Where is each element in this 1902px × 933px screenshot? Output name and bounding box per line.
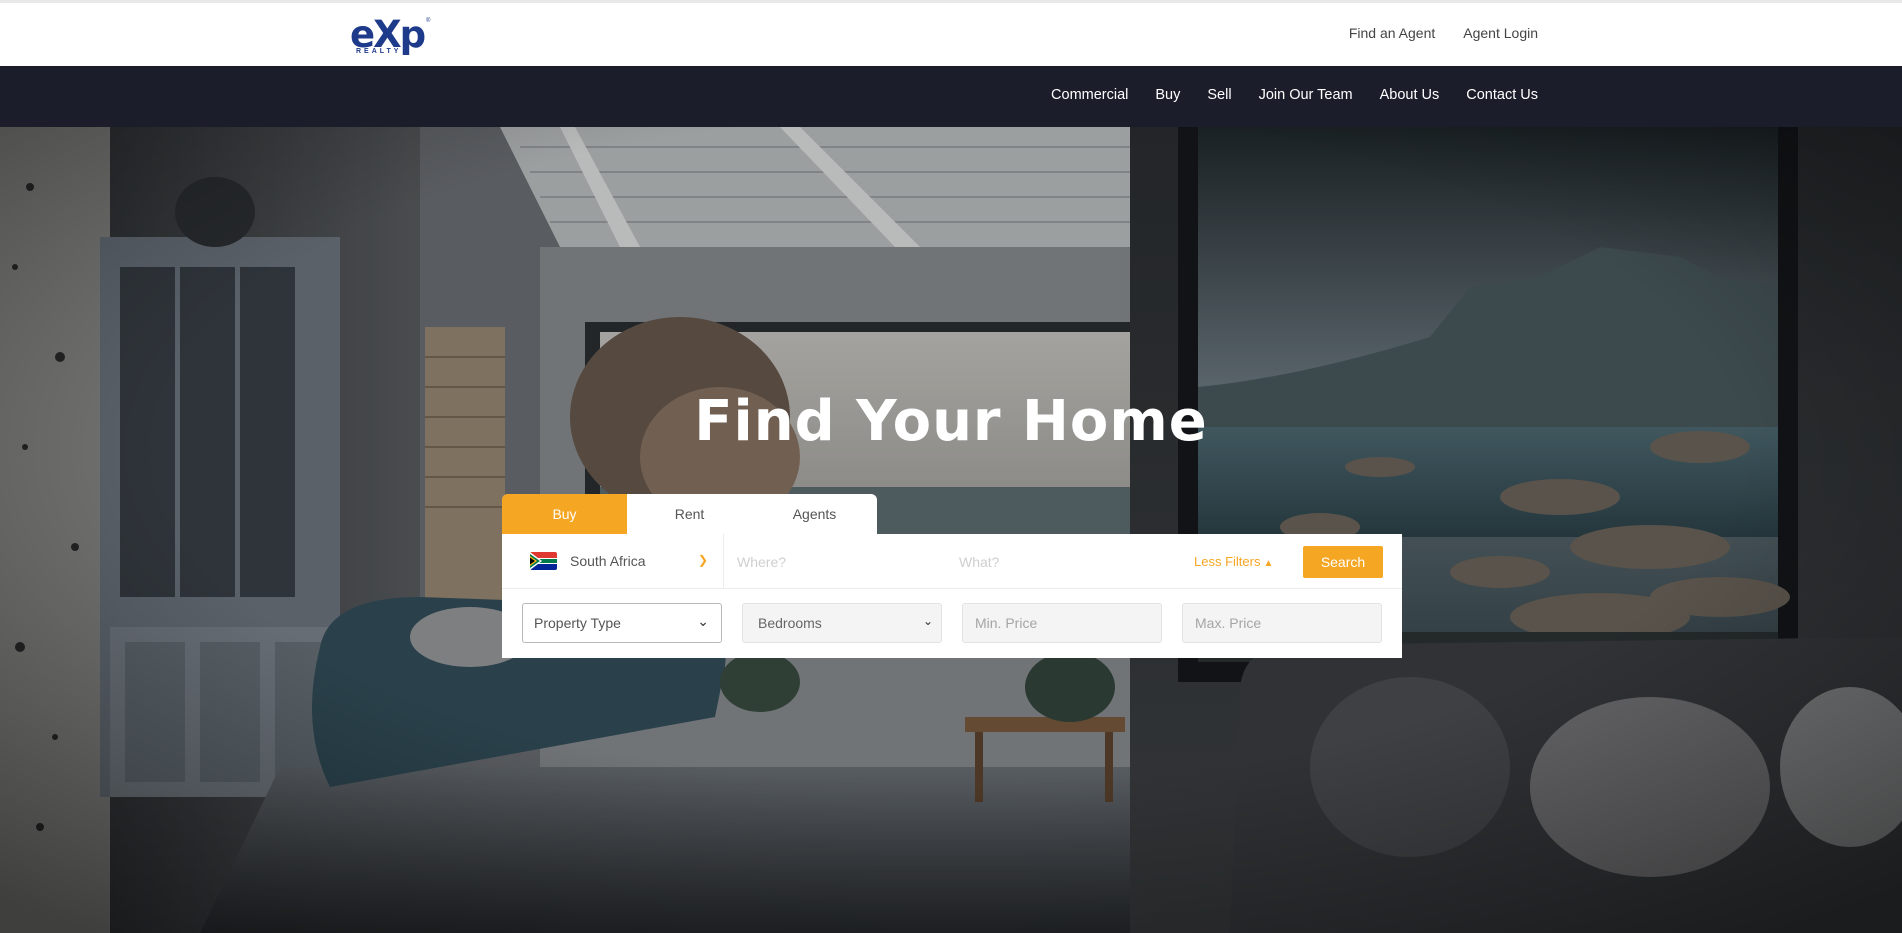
logo-subtitle: REALTY [356,48,402,55]
nav-item-contact-us[interactable]: Contact Us [1466,87,1538,103]
property-type-label: Property Type [534,615,621,631]
chevron-up-icon: ▲ [1263,558,1274,569]
tab-buy[interactable]: Buy [502,494,627,534]
agent-login-link[interactable]: Agent Login [1463,25,1538,41]
search-button[interactable]: Search [1303,546,1383,578]
search-panel: South Africa ❯ Less Filters▲ Search Prop… [502,534,1402,658]
country-selector[interactable]: South Africa ❯ [502,534,724,589]
nav-item-about-us[interactable]: About Us [1380,87,1440,103]
search-tabs: Buy Rent Agents [502,494,877,534]
south-africa-flag-icon [530,552,557,570]
nav-links: Commercial Buy Sell Join Our Team About … [1051,87,1538,103]
find-an-agent-link[interactable]: Find an Agent [1349,25,1435,41]
top-header: eXp REALTY ® Find an Agent Agent Login [0,0,1902,66]
tab-agents[interactable]: Agents [752,494,877,534]
nav-item-commercial[interactable]: Commercial [1051,87,1128,103]
nav-item-buy[interactable]: Buy [1155,87,1180,103]
registered-icon: ® [426,18,431,24]
max-price-input[interactable] [1182,603,1382,643]
what-input[interactable] [959,548,1159,576]
bedrooms-select[interactable]: Bedrooms ⌄ [742,603,942,643]
less-filters-label: Less Filters [1194,554,1261,569]
nav-item-sell[interactable]: Sell [1207,87,1231,103]
search-row-primary: South Africa ❯ Less Filters▲ Search [502,534,1402,589]
property-type-select[interactable]: Property Type ⌄ [522,603,722,643]
search-row-filters: Property Type ⌄ Bedrooms ⌄ [502,590,1402,658]
min-price-input[interactable] [962,603,1162,643]
bedrooms-label: Bedrooms [758,615,822,631]
chevron-down-icon: ⌄ [922,614,933,628]
tab-rent[interactable]: Rent [627,494,752,534]
where-input[interactable] [737,548,937,576]
chevron-down-icon: ❯ [698,553,709,567]
main-nav: Commercial Buy Sell Join Our Team About … [0,66,1902,127]
chevron-down-icon: ⌄ [697,613,709,629]
hero-title: Find Your Home [694,389,1208,454]
nav-item-join-our-team[interactable]: Join Our Team [1259,87,1353,103]
country-label: South Africa [570,553,646,569]
top-links: Find an Agent Agent Login [1349,25,1538,41]
less-filters-toggle[interactable]: Less Filters ▲ [1194,554,1273,569]
exp-realty-logo[interactable]: eXp REALTY ® [350,13,431,59]
hero-section: Find Your Home Buy Rent Agents South Afr… [0,127,1902,933]
hero-background-image [0,127,1902,933]
